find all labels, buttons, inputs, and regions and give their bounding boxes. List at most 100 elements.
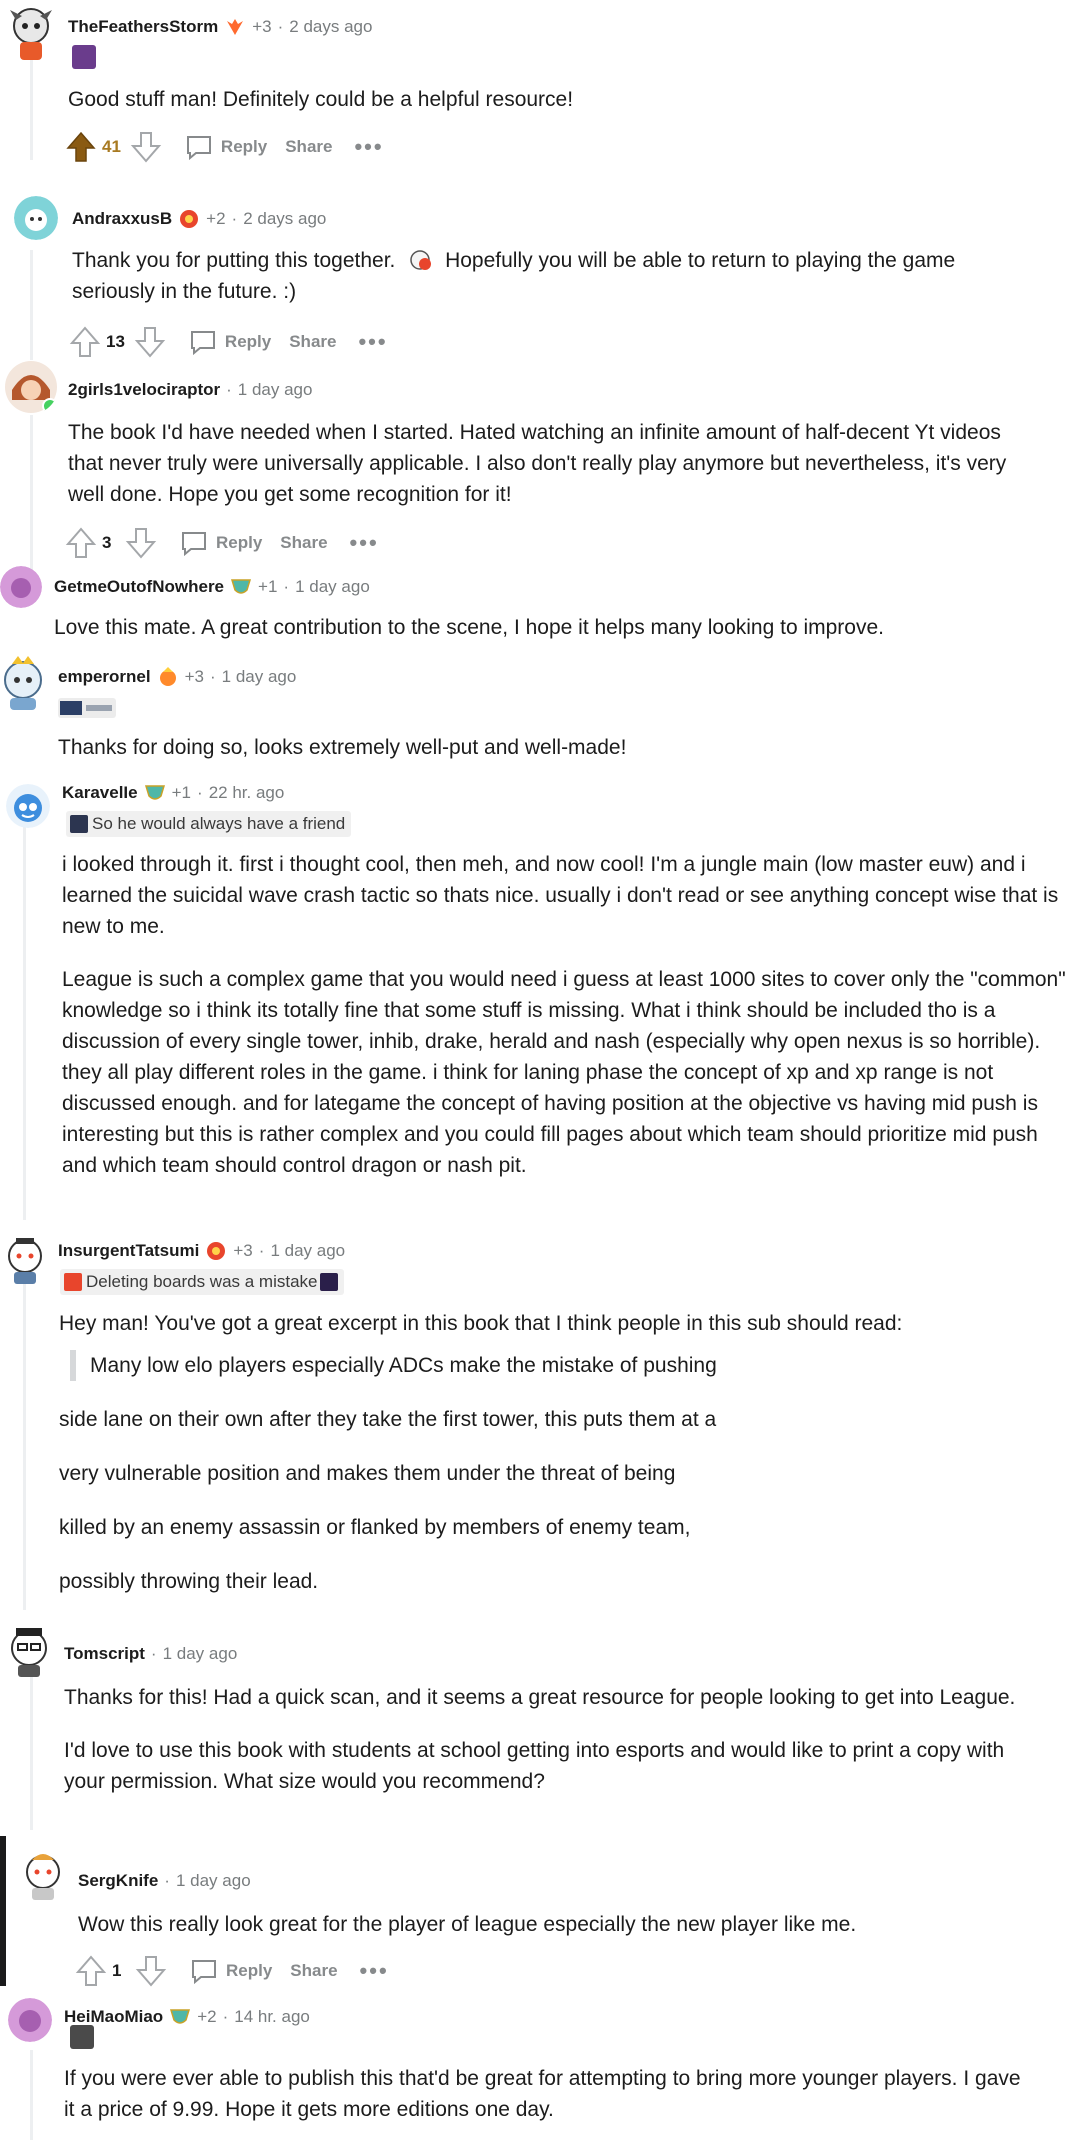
more-icon[interactable]: ••• <box>354 136 383 158</box>
downvote-icon[interactable] <box>133 325 167 359</box>
comment-text: If you were ever able to publish this th… <box>64 2067 1021 2121</box>
author-name[interactable]: HeiMaoMiao <box>64 2007 163 2027</box>
award-count[interactable]: +3 <box>233 1241 252 1261</box>
comment-meta: SergKnife · 1 day ago <box>78 1871 251 1891</box>
comment-meta: KaravelIe +1 · 22 hr. ago <box>62 782 284 804</box>
thread-line[interactable] <box>23 820 26 1220</box>
award-count[interactable]: +1 <box>258 577 277 597</box>
timestamp[interactable]: 1 day ago <box>270 1241 345 1261</box>
thread-line[interactable] <box>23 1270 26 1610</box>
award-icon[interactable] <box>178 208 200 230</box>
avatar[interactable] <box>14 196 58 240</box>
downvote-icon[interactable] <box>124 526 158 560</box>
award-icon[interactable] <box>224 16 246 38</box>
avatar[interactable] <box>0 566 42 608</box>
user-flair-text: Deleting boards was a mistake <box>86 1272 318 1291</box>
award-count[interactable]: +1 <box>172 783 191 803</box>
award-icon[interactable] <box>230 576 252 598</box>
author-name[interactable]: GetmeOutofNowhere <box>54 577 224 597</box>
share-button[interactable]: Share <box>289 332 336 352</box>
comment-text: Love this mate. A great contribution to … <box>54 616 884 639</box>
more-icon[interactable]: ••• <box>358 331 387 353</box>
vote-score: 41 <box>102 137 121 156</box>
author-name[interactable]: AndraxxusB <box>72 209 172 229</box>
thread-line-active[interactable] <box>0 1836 6 1986</box>
thread-line[interactable] <box>30 2050 33 2140</box>
timestamp[interactable]: 1 day ago <box>163 1644 238 1664</box>
blockquote: Many low elo players especially ADCs mak… <box>70 1350 717 1381</box>
upvote-icon[interactable] <box>74 1954 108 1988</box>
user-flair-text: So he would always have a friend <box>92 814 346 833</box>
more-icon[interactable]: ••• <box>360 1960 389 1982</box>
reply-button[interactable]: Reply <box>180 530 262 556</box>
author-name[interactable]: InsurgentTatsumi <box>58 1241 199 1261</box>
more-icon[interactable]: ••• <box>350 532 379 554</box>
avatar[interactable] <box>8 1998 52 2042</box>
timestamp[interactable]: 1 day ago <box>222 667 297 687</box>
avatar[interactable] <box>6 6 56 62</box>
upvote-icon[interactable] <box>68 325 102 359</box>
reply-button[interactable]: Reply <box>189 329 271 355</box>
author-name[interactable]: TheFeathersStorm <box>68 17 218 37</box>
author-name[interactable]: SergKnife <box>78 1871 158 1891</box>
comment-meta: HeiMaoMiao +2 · 14 hr. ago <box>64 2006 310 2028</box>
timestamp[interactable]: 22 hr. ago <box>209 783 285 803</box>
author-name[interactable]: KaravelIe <box>62 783 138 803</box>
timestamp[interactable]: 1 day ago <box>238 380 313 400</box>
author-name[interactable]: Tomscript <box>64 1644 145 1664</box>
timestamp[interactable]: 2 days ago <box>243 209 326 229</box>
avatar[interactable] <box>0 654 46 712</box>
downvote-icon[interactable] <box>129 130 163 164</box>
thread-line[interactable] <box>30 250 33 360</box>
separator-dot: · <box>277 17 284 36</box>
upvote-icon[interactable] <box>64 526 98 560</box>
avatar[interactable] <box>6 784 50 828</box>
comment-meta: Tomscript · 1 day ago <box>64 1644 237 1664</box>
comment-text: i looked through it. first i thought coo… <box>62 853 1059 938</box>
author-name[interactable]: 2girls1velociraptor <box>68 380 220 400</box>
award-icon[interactable] <box>157 666 179 688</box>
avatar[interactable] <box>6 1624 52 1678</box>
reply-button[interactable]: Reply <box>190 1958 272 1984</box>
award-icon[interactable] <box>205 1240 227 1262</box>
thread-line[interactable] <box>30 1670 33 1830</box>
share-button[interactable]: Share <box>280 533 327 553</box>
separator-dot: · <box>226 380 232 399</box>
comment-body: If you were ever able to publish this th… <box>64 2063 1024 2125</box>
award-icon[interactable] <box>169 2006 191 2028</box>
reply-button[interactable]: Reply <box>185 134 267 160</box>
comment-meta: GetmeOutofNowhere +1 · 1 day ago <box>54 576 370 598</box>
avatar[interactable] <box>4 1234 46 1286</box>
upvote-icon[interactable] <box>64 130 98 164</box>
reply-icon <box>186 136 211 160</box>
timestamp[interactable]: 14 hr. ago <box>234 2007 310 2027</box>
comment-body: Love this mate. A great contribution to … <box>54 612 1044 643</box>
thread-line[interactable] <box>30 415 33 575</box>
vote-score: 3 <box>102 533 112 552</box>
avatar[interactable] <box>4 360 58 414</box>
comment-text: League is such a complex game that you w… <box>62 968 1066 1177</box>
award-count[interactable]: +2 <box>197 2007 216 2027</box>
author-name[interactable]: emperornel <box>58 667 151 687</box>
thread-line[interactable] <box>30 60 33 160</box>
user-flair-image <box>70 2025 94 2049</box>
share-button[interactable]: Share <box>290 1961 337 1981</box>
award-count[interactable]: +3 <box>252 17 271 37</box>
emoji-icon <box>407 249 433 271</box>
comment-text: I'd love to use this book with students … <box>64 1739 1005 1793</box>
award-icon[interactable] <box>144 782 166 804</box>
avatar[interactable] <box>22 1850 64 1902</box>
award-count[interactable]: +3 <box>185 667 204 687</box>
timestamp[interactable]: 1 day ago <box>176 1871 251 1891</box>
comment-actions: 1 Reply Share ••• <box>74 1954 389 1988</box>
comment-text: Wow this really look great for the playe… <box>78 1913 857 1936</box>
timestamp[interactable]: 1 day ago <box>295 577 370 597</box>
award-count[interactable]: +2 <box>206 209 225 229</box>
share-button[interactable]: Share <box>285 137 332 157</box>
comment-meta: emperornel +3 · 1 day ago <box>58 666 296 688</box>
vote-score: 1 <box>112 1961 122 1980</box>
user-flair-image <box>72 45 96 69</box>
timestamp[interactable]: 2 days ago <box>289 17 372 37</box>
downvote-icon[interactable] <box>134 1954 168 1988</box>
comment-text: very vulnerable position and makes them … <box>59 1462 676 1485</box>
